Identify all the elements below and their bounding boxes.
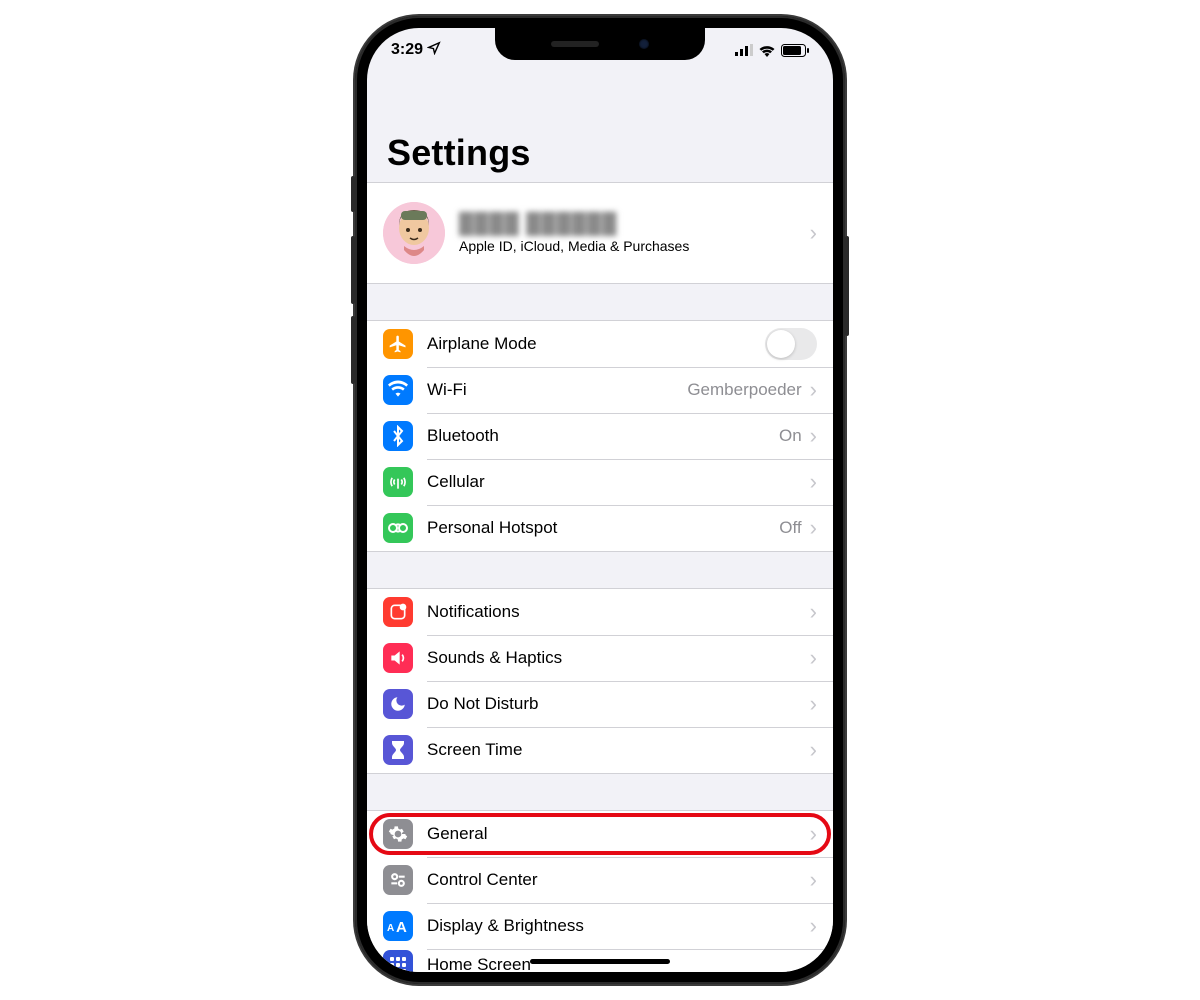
- chevron-right-icon: ›: [810, 222, 817, 244]
- hotspot-icon: [383, 513, 413, 543]
- display-brightness-row[interactable]: AA Display & Brightness ›: [367, 903, 833, 949]
- wifi-label: Wi-Fi: [427, 380, 687, 400]
- notifications-icon: [383, 597, 413, 627]
- sounds-icon: [383, 643, 413, 673]
- control-center-row[interactable]: Control Center ›: [367, 857, 833, 903]
- apple-id-row[interactable]: ████ ██████ Apple ID, iCloud, Media & Pu…: [367, 182, 833, 284]
- settings-content[interactable]: Settings ████ ██████: [367, 72, 833, 972]
- chevron-right-icon: ›: [810, 471, 817, 493]
- screen-time-row[interactable]: Screen Time ›: [367, 727, 833, 773]
- phone-frame: 3:29 Settings: [355, 16, 845, 984]
- avatar: [383, 202, 445, 264]
- account-subtitle: Apple ID, iCloud, Media & Purchases: [459, 238, 810, 254]
- home-indicator[interactable]: [530, 959, 670, 964]
- app-grid-icon: [383, 950, 413, 972]
- sounds-label: Sounds & Haptics: [427, 648, 810, 668]
- screen: 3:29 Settings: [367, 28, 833, 972]
- bluetooth-row[interactable]: Bluetooth On ›: [367, 413, 833, 459]
- mute-switch: [351, 176, 355, 212]
- notch: [495, 28, 705, 60]
- page-title: Settings: [387, 132, 813, 174]
- general-row[interactable]: General ›: [367, 811, 833, 857]
- screentime-label: Screen Time: [427, 740, 810, 760]
- volume-up-button: [351, 236, 355, 304]
- cellular-row[interactable]: Cellular ›: [367, 459, 833, 505]
- svg-text:A: A: [387, 923, 394, 934]
- sounds-row[interactable]: Sounds & Haptics ›: [367, 635, 833, 681]
- control-center-label: Control Center: [427, 870, 810, 890]
- hotspot-label: Personal Hotspot: [427, 518, 779, 538]
- settings-group-general: General › Control Center › AA D: [367, 810, 833, 972]
- personal-hotspot-row[interactable]: Personal Hotspot Off ›: [367, 505, 833, 551]
- wifi-settings-icon: [383, 375, 413, 405]
- chevron-right-icon: ›: [810, 693, 817, 715]
- volume-down-button: [351, 316, 355, 384]
- hotspot-detail: Off: [779, 518, 801, 538]
- cellular-signal-icon: [735, 44, 753, 56]
- chevron-right-icon: ›: [810, 915, 817, 937]
- chevron-right-icon: ›: [810, 517, 817, 539]
- airplane-mode-toggle[interactable]: [765, 328, 817, 360]
- airplane-mode-row[interactable]: Airplane Mode: [367, 321, 833, 367]
- notifications-label: Notifications: [427, 602, 810, 622]
- gear-icon: [383, 819, 413, 849]
- settings-group-notifications: Notifications › Sounds & Haptics ›: [367, 588, 833, 774]
- battery-icon: [781, 44, 809, 57]
- wifi-icon: [758, 44, 776, 57]
- do-not-disturb-row[interactable]: Do Not Disturb ›: [367, 681, 833, 727]
- control-center-icon: [383, 865, 413, 895]
- bluetooth-icon: [383, 421, 413, 451]
- notifications-row[interactable]: Notifications ›: [367, 589, 833, 635]
- chevron-right-icon: ›: [810, 601, 817, 623]
- chevron-right-icon: ›: [810, 739, 817, 761]
- chevron-right-icon: ›: [810, 869, 817, 891]
- wifi-detail: Gemberpoeder: [687, 380, 801, 400]
- display-label: Display & Brightness: [427, 916, 810, 936]
- location-icon: [427, 41, 441, 60]
- general-label: General: [427, 824, 810, 844]
- settings-group-connectivity: Airplane Mode Wi-Fi Gemberpoeder ›: [367, 320, 833, 552]
- bluetooth-detail: On: [779, 426, 802, 446]
- dnd-label: Do Not Disturb: [427, 694, 810, 714]
- bluetooth-label: Bluetooth: [427, 426, 779, 446]
- hourglass-icon: [383, 735, 413, 765]
- text-size-icon: AA: [383, 911, 413, 941]
- airplane-icon: [383, 329, 413, 359]
- status-time: 3:29: [391, 41, 423, 59]
- cellular-icon: [383, 467, 413, 497]
- moon-icon: [383, 689, 413, 719]
- chevron-right-icon: ›: [810, 954, 817, 972]
- svg-text:A: A: [396, 919, 407, 934]
- chevron-right-icon: ›: [810, 425, 817, 447]
- chevron-right-icon: ›: [810, 647, 817, 669]
- side-button: [845, 236, 849, 336]
- chevron-right-icon: ›: [810, 823, 817, 845]
- cellular-label: Cellular: [427, 472, 810, 492]
- account-name: ████ ██████: [459, 213, 810, 236]
- chevron-right-icon: ›: [810, 379, 817, 401]
- airplane-mode-label: Airplane Mode: [427, 334, 765, 354]
- wifi-row[interactable]: Wi-Fi Gemberpoeder ›: [367, 367, 833, 413]
